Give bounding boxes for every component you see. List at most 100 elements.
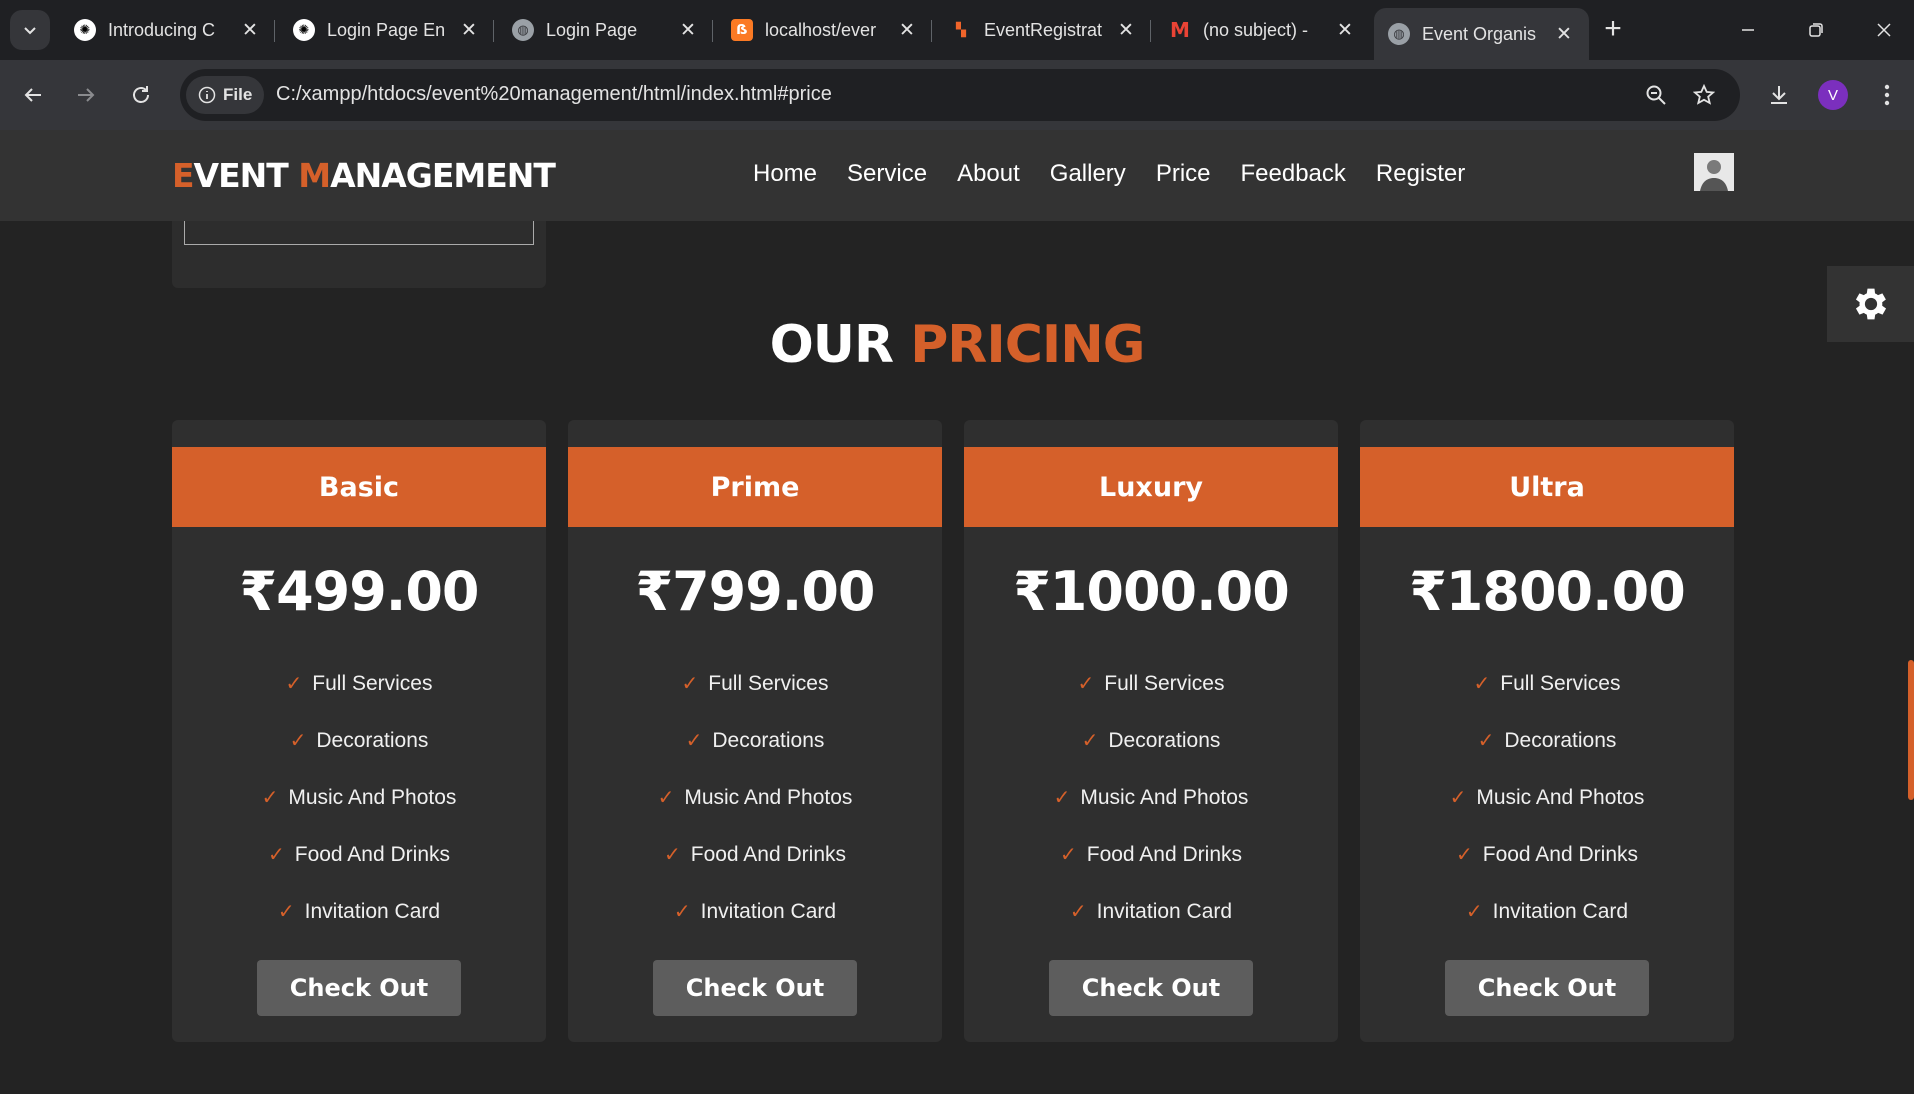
feature-label: Music And Photos [1476,785,1645,809]
feature-item: ✓ Music And Photos [172,769,546,826]
feature-item: ✓ Full Services [568,655,942,712]
downloads-button[interactable] [1762,78,1796,112]
check-icon: ✓ [1069,901,1087,923]
browser-tab[interactable]: ◍ Login Page ✕ [498,8,713,52]
feature-label: Full Services [312,671,433,695]
profile-avatar[interactable]: V [1818,80,1848,110]
plan-name: Basic [172,447,546,527]
back-button[interactable] [14,76,52,114]
check-icon: ✓ [657,787,675,809]
heading-accent-text: PRICING [910,315,1145,375]
check-icon: ✓ [681,673,699,695]
checkout-button[interactable]: Check Out [1445,960,1649,1016]
browser-tab[interactable]: ✺ Login Page En ✕ [279,8,494,52]
feature-label: Decorations [1504,728,1617,752]
plan-name: Ultra [1360,447,1734,527]
gmail-icon: M [1170,18,1190,42]
kebab-menu-icon [1884,84,1890,106]
info-icon [198,86,216,104]
forward-button[interactable] [67,76,105,114]
openai-icon: ✺ [74,19,96,41]
restore-icon [1809,23,1823,37]
checkout-button[interactable]: Check Out [653,960,857,1016]
close-icon[interactable]: ✕ [1115,19,1137,41]
nav-service[interactable]: Service [847,160,927,188]
nav-about[interactable]: About [957,160,1020,188]
url-text[interactable]: C:/xampp/htdocs/event%20management/html/… [276,83,832,106]
checkout-button[interactable]: Check Out [1049,960,1253,1016]
user-avatar[interactable] [1694,153,1734,191]
browser-tab[interactable]: ✺ Introducing C ✕ [60,8,275,52]
feature-item: ✓ Food And Drinks [568,826,942,883]
plan-price: ₹1000.00 [1013,560,1290,623]
checkout-button[interactable]: Check Out [257,960,461,1016]
plan-price: ₹1800.00 [1409,560,1686,623]
feature-label: Full Services [1500,671,1621,695]
globe-icon: ◍ [1388,23,1410,45]
plan-name: Prime [568,447,942,527]
heading-text: OUR [769,315,894,375]
check-icon: ✓ [1455,844,1473,866]
feature-label: Music And Photos [1080,785,1249,809]
scroll-indicator[interactable] [1908,660,1914,800]
close-icon[interactable]: ✕ [458,19,480,41]
feature-item: ✓ Food And Drinks [964,826,1338,883]
check-icon: ✓ [289,730,307,752]
pricing-card-prime: Prime ₹799.00 ✓ Full Services ✓ Decoration… [568,420,942,1042]
close-icon[interactable]: ✕ [896,19,918,41]
feature-label: Food And Drinks [294,842,450,866]
feature-item: ✓ Invitation Card [568,883,942,940]
close-icon[interactable]: ✕ [1553,23,1575,45]
feature-list: ✓ Full Services ✓ Decorations ✓ Music And P… [964,655,1338,940]
browser-tab[interactable]: ẞ localhost/ever ✕ [717,8,932,52]
site-logo[interactable]: EVENT MANAGEMENT [172,156,556,195]
feature-label: Music And Photos [288,785,457,809]
minimize-button[interactable] [1718,10,1778,50]
plan-name: Luxury [964,447,1338,527]
page-viewport: EVENT MANAGEMENT Home Service About Gall… [0,130,1914,1094]
browser-menu-button[interactable] [1870,78,1904,112]
xampp-icon: ẞ [731,19,753,41]
site-header: EVENT MANAGEMENT Home Service About Gall… [0,130,1914,221]
nav-price[interactable]: Price [1156,160,1211,188]
feature-item: ✓ Music And Photos [964,769,1338,826]
new-tab-button[interactable]: + [1596,12,1630,46]
check-icon: ✓ [277,901,295,923]
nav-home[interactable]: Home [753,160,817,188]
plan-price: ₹799.00 [635,560,876,623]
reload-button[interactable] [122,76,160,114]
tab-search-button[interactable] [10,10,50,50]
restore-button[interactable] [1786,10,1846,50]
feature-label: Decorations [1108,728,1221,752]
browser-toolbar: File C:/xampp/htdocs/event%20management/… [0,60,1914,130]
browser-tab[interactable]: ▚ EventRegistrat ✕ [936,8,1151,52]
close-icon[interactable]: ✕ [677,19,699,41]
zoom-button[interactable] [1642,81,1670,109]
nav-register[interactable]: Register [1376,160,1465,188]
feature-item: ✓ Decorations [568,712,942,769]
close-icon[interactable]: ✕ [239,19,261,41]
bookmark-button[interactable] [1690,81,1718,109]
feature-label: Food And Drinks [1482,842,1638,866]
close-window-button[interactable] [1854,10,1914,50]
browser-tab-active[interactable]: ◍ Event Organis ✕ [1374,8,1589,60]
nav-gallery[interactable]: Gallery [1050,160,1126,188]
tab-title: localhost/ever [765,19,877,40]
site-info-chip[interactable]: File [186,76,264,114]
address-bar[interactable]: File C:/xampp/htdocs/event%20management/… [180,69,1740,121]
tab-title: Event Organis [1422,23,1537,44]
close-icon[interactable]: ✕ [1334,19,1356,41]
feature-item: ✓ Decorations [1360,712,1734,769]
pricing-card-basic: Basic ₹499.00 ✓ Full Services ✓ Decoration… [172,420,546,1042]
nav-feedback[interactable]: Feedback [1241,160,1346,188]
check-icon: ✓ [1477,730,1495,752]
tab-title: Login Page En [327,19,446,40]
browser-tab[interactable]: M (no subject) - ✕ [1155,8,1370,52]
feature-item: ✓ Invitation Card [964,883,1338,940]
tab-title: EventRegistrat [984,19,1103,40]
globe-icon: ◍ [512,19,534,41]
chevron-down-icon [24,27,36,35]
app-icon: ▚ [956,22,966,38]
zoom-out-icon [1646,85,1666,105]
site-info-label: File [223,85,253,104]
